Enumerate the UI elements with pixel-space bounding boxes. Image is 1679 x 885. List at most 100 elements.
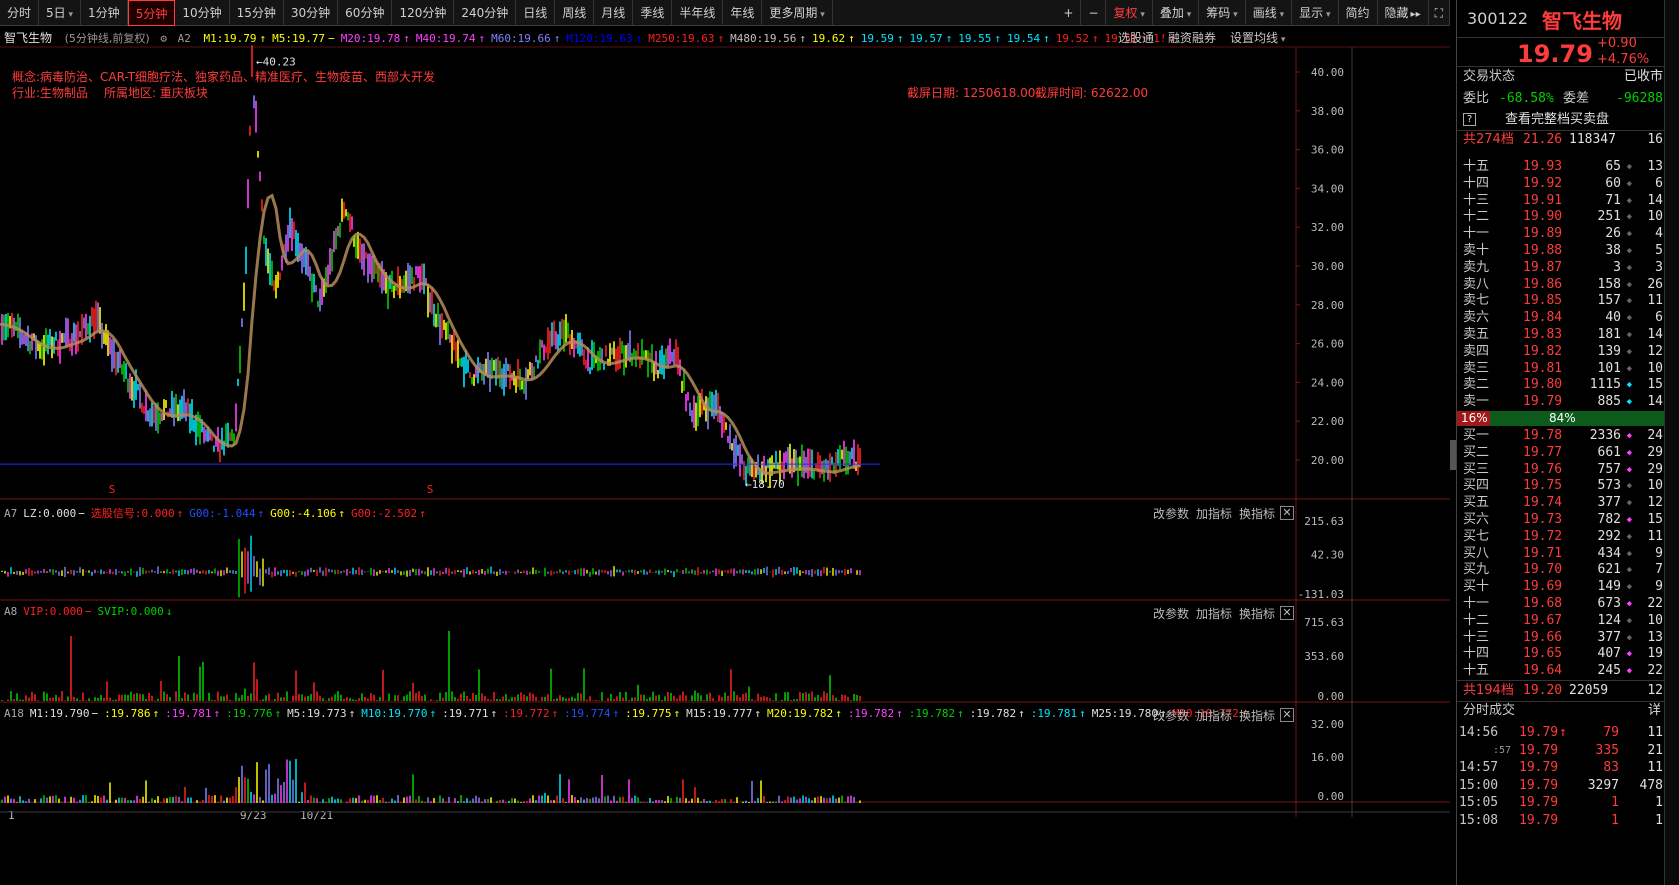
ask-level-row: 卖十 19.88 38 ◆ 5 bbox=[1457, 242, 1665, 260]
y-tick-label: 34.00 bbox=[1311, 182, 1344, 195]
ask-level-row: 卖七 19.85 157 ◆ 11 bbox=[1457, 292, 1665, 310]
tick-price: 19.79 bbox=[1519, 725, 1559, 740]
chart-area[interactable]: 智飞生物 (5分钟线,前复权) ⚙ A2 M1:19.79 ↑ M5:19.77− M… bbox=[0, 27, 1450, 885]
ask-level-row: 十四 19.92 60 ◆ 6 bbox=[1457, 175, 1665, 193]
arrow-icon: ↑ bbox=[152, 707, 160, 720]
period-tab-13[interactable]: 季线 bbox=[633, 0, 673, 26]
arrow-icon: ↑ bbox=[176, 507, 184, 520]
bid-level-label: 十三 bbox=[1463, 629, 1490, 645]
ask-total-label: 共274档 bbox=[1463, 132, 1514, 147]
a18-value-16: M25:19.780 bbox=[1091, 707, 1158, 720]
bid-level-row: 买十 19.69 149 ◆ 9 bbox=[1457, 578, 1665, 596]
bid-level-label: 买八 bbox=[1463, 545, 1490, 561]
period-tab-10[interactable]: 日线 bbox=[516, 0, 556, 26]
period-tab-14[interactable]: 半年线 bbox=[672, 0, 724, 26]
period-tab-2[interactable]: 1分钟 bbox=[81, 0, 128, 26]
period-tab-11[interactable]: 周线 bbox=[555, 0, 595, 26]
panel-0-btn-0[interactable]: 改参数 bbox=[1153, 505, 1189, 522]
bid-level-price: 19.69 bbox=[1523, 579, 1563, 595]
bid-level-volume: 377 bbox=[1597, 629, 1621, 645]
ask-level-price: 19.83 bbox=[1523, 327, 1563, 342]
ma-band-line bbox=[0, 193, 861, 475]
bid-level-price: 19.73 bbox=[1523, 512, 1563, 527]
period-tab-8[interactable]: 120分钟 bbox=[392, 0, 455, 26]
ask-level-price: 19.81 bbox=[1523, 360, 1563, 376]
close-icon[interactable]: ✕ bbox=[1280, 506, 1294, 520]
ask-level-price: 19.86 bbox=[1523, 276, 1563, 292]
a18-y-tick-label: 32.00 bbox=[1311, 718, 1344, 731]
bid-level-row: 十二 19.67 124 ◆ 10 bbox=[1457, 612, 1665, 630]
bid-level-count: 11 bbox=[1647, 528, 1663, 544]
panel-2-btn-0[interactable]: 改参数 bbox=[1153, 707, 1189, 724]
period-tab-6[interactable]: 30分钟 bbox=[284, 0, 339, 26]
bid-level-count: 22 bbox=[1647, 663, 1663, 679]
panel-0-btn-1[interactable]: 加指标 bbox=[1196, 505, 1232, 522]
ask-level-label: 十二 bbox=[1463, 209, 1490, 225]
level-dot-icon: ◆ bbox=[1626, 599, 1632, 609]
level-dot-icon: ◆ bbox=[1626, 447, 1632, 458]
tool-button-6[interactable]: 显示 bbox=[1292, 0, 1339, 26]
tick-row: 14:56 19.79 ↑ 79 11 bbox=[1457, 724, 1665, 742]
tool-button-8[interactable]: 隐藏 ▸▸ bbox=[1378, 0, 1429, 26]
period-tab-4[interactable]: 10分钟 bbox=[175, 0, 230, 26]
tool-button-0[interactable]: + bbox=[1056, 0, 1082, 26]
close-icon[interactable]: ✕ bbox=[1280, 708, 1294, 722]
ask-level-volume: 71 bbox=[1605, 192, 1621, 208]
close-icon[interactable]: ✕ bbox=[1280, 606, 1294, 620]
full-book-button[interactable]: 查看完整档买卖盘 bbox=[1505, 111, 1609, 129]
period-tab-0[interactable]: 分时 bbox=[0, 0, 40, 26]
tick-count: 1 bbox=[1655, 795, 1663, 811]
period-tab-16[interactable]: 更多周期 bbox=[762, 0, 833, 26]
ask-level-count: 14 bbox=[1647, 192, 1663, 208]
tick-volume: 83 bbox=[1603, 760, 1619, 776]
bid-level-row: 买六 19.73 782 ◆ 15 bbox=[1457, 511, 1665, 529]
maximize-icon[interactable]: ⛶ bbox=[1429, 0, 1450, 26]
bid-level-label: 买四 bbox=[1463, 478, 1490, 494]
divider bbox=[1457, 680, 1665, 681]
period-tab-3[interactable]: 5分钟 bbox=[127, 0, 176, 26]
tool-button-2[interactable]: 复权 bbox=[1106, 0, 1153, 26]
ask-level-row: 卖三 19.81 101 ◆ 10 bbox=[1457, 360, 1665, 378]
panel-2-btn-2[interactable]: 换指标 bbox=[1239, 707, 1275, 724]
tool-button-5[interactable]: 画线 bbox=[1246, 0, 1293, 26]
a18-value-13: :19.782 bbox=[908, 707, 956, 720]
help-icon[interactable]: ? bbox=[1463, 113, 1476, 126]
tick-volume: 1 bbox=[1611, 795, 1619, 811]
panel-1-btn-0[interactable]: 改参数 bbox=[1153, 605, 1189, 622]
divider bbox=[1457, 66, 1665, 67]
a8-y-tick-label: 0.00 bbox=[1318, 690, 1345, 703]
tool-button-7[interactable]: 简约 bbox=[1339, 0, 1378, 26]
panel-0-btn-2[interactable]: 换指标 bbox=[1239, 505, 1275, 522]
level-dot-icon: ◆ bbox=[1626, 565, 1632, 576]
ask-level-row: 卖五 19.83 181 ◆ 14 bbox=[1457, 326, 1665, 344]
period-tab-15[interactable]: 年线 bbox=[723, 0, 763, 26]
period-tab-12[interactable]: 月线 bbox=[594, 0, 634, 26]
period-tab-5[interactable]: 15分钟 bbox=[230, 0, 284, 26]
y-tick-label: 40.00 bbox=[1311, 66, 1344, 79]
period-tab-1[interactable]: 5日 bbox=[39, 0, 82, 26]
bid-level-label: 十四 bbox=[1463, 646, 1490, 662]
quote-panel: 300122 智飞生物 19.79 +0.90 +4.76% 交易状态 已收市 委比… bbox=[1456, 0, 1679, 885]
ticks-detail-button[interactable]: 详 bbox=[1648, 702, 1661, 720]
panel-1-btn-1[interactable]: 加指标 bbox=[1196, 605, 1232, 622]
bid-level-volume: 673 bbox=[1597, 596, 1621, 611]
period-tab-9[interactable]: 240分钟 bbox=[454, 0, 517, 26]
tool-button-3[interactable]: 叠加 bbox=[1153, 0, 1200, 26]
quote-panel-scrollbar[interactable] bbox=[1664, 0, 1679, 885]
ask-level-count: 12 bbox=[1647, 343, 1663, 359]
ask-level-volume: 38 bbox=[1605, 243, 1621, 258]
tick-time: 14:57 bbox=[1459, 760, 1499, 776]
bid-level-price: 19.72 bbox=[1523, 528, 1563, 544]
bid-level-count: 10 bbox=[1647, 478, 1663, 494]
a8-tag: A8 bbox=[4, 605, 18, 618]
bid-level-volume: 782 bbox=[1597, 512, 1621, 527]
panel-2-btn-1[interactable]: 加指标 bbox=[1196, 707, 1232, 724]
bid-level-volume: 292 bbox=[1597, 528, 1621, 544]
change-abs: +0.90 bbox=[1597, 36, 1637, 51]
tick-row: 15:00 19.79 3297 478 bbox=[1457, 777, 1665, 795]
panel-1-btn-2[interactable]: 换指标 bbox=[1239, 605, 1275, 622]
tool-button-1[interactable]: − bbox=[1081, 0, 1107, 26]
period-tab-7[interactable]: 60分钟 bbox=[338, 0, 393, 26]
tool-button-4[interactable]: 筹码 bbox=[1199, 0, 1246, 26]
arrow-icon: ↑ bbox=[673, 707, 681, 720]
